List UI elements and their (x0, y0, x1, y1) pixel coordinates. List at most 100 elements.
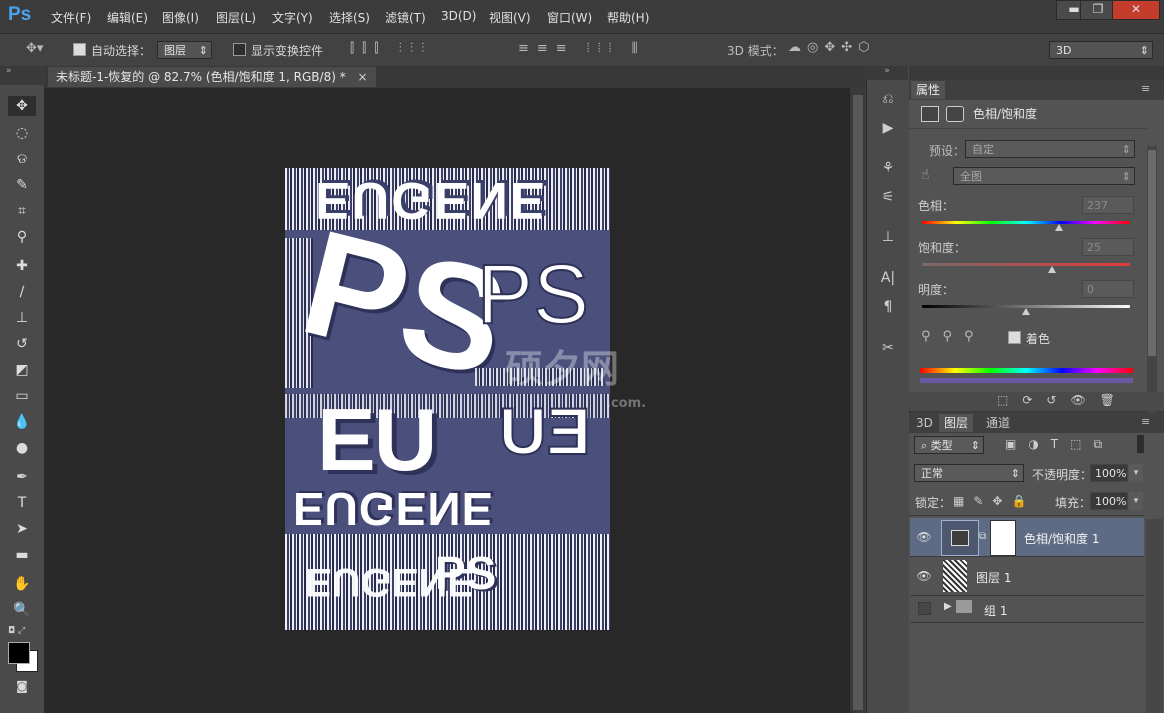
on-image-adjust-icon[interactable]: ☝ (921, 167, 930, 183)
visibility-eye-icon[interactable]: 👁 (914, 569, 934, 583)
document-close-icon[interactable]: × (358, 70, 368, 84)
auto-select-dropdown[interactable]: 图层 ⇕ (157, 41, 212, 59)
stamp-tool-icon[interactable]: ⊥ (8, 308, 36, 328)
lightness-slider-knob[interactable] (1022, 308, 1030, 315)
lasso-tool-icon[interactable]: ଡ (8, 149, 36, 169)
brush-panel-icon[interactable]: ⚘ (876, 160, 900, 180)
saturation-slider[interactable] (922, 263, 1130, 266)
close-button[interactable]: ✕ (1112, 0, 1160, 20)
hue-slider[interactable] (922, 221, 1130, 224)
preset-dropdown[interactable]: 自定 ⇕ (965, 140, 1135, 158)
menu-type[interactable]: 文字(Y) (272, 9, 313, 26)
brush-tool-icon[interactable]: ∕ (8, 282, 36, 302)
layers-scrollbar[interactable] (1146, 519, 1163, 713)
menu-edit[interactable]: 编辑(E) (107, 9, 148, 26)
layers-menu-icon[interactable]: ≡ (1141, 415, 1150, 428)
distribute-icons[interactable]: ≡≡≡ ⦙⦙⦙ ⫼ (518, 41, 646, 56)
hand-tool-icon[interactable]: ✋ (8, 574, 36, 594)
swap-colors-icon[interactable]: ◘ ⤢ (8, 626, 25, 636)
menu-3d[interactable]: 3D(D) (441, 9, 476, 23)
properties-scroll-thumb[interactable] (1148, 150, 1156, 356)
quick-select-tool-icon[interactable]: ✎ (8, 175, 36, 195)
path-select-icon[interactable]: ➤ (8, 519, 36, 539)
opacity-value[interactable]: 100% (1090, 464, 1128, 482)
menu-layer[interactable]: 图层(L) (216, 9, 256, 26)
gradient-tool-icon[interactable]: ▭ (8, 386, 36, 406)
foreground-color-swatch[interactable] (8, 642, 30, 664)
menu-select[interactable]: 选择(S) (329, 9, 370, 26)
layer-row-hue-saturation[interactable]: 👁 ⧉ 色相/饱和度 1 (910, 518, 1144, 557)
history-panel-icon[interactable]: ⎌ (876, 91, 900, 111)
visibility-empty-box[interactable] (918, 602, 931, 615)
pen-tool-icon[interactable]: ✒ (8, 467, 36, 487)
layer-row-layer1[interactable]: 👁 图层 1 (910, 557, 1144, 596)
workspace-dropdown[interactable]: 3D ⇕ (1049, 41, 1153, 59)
zoom-tool-icon[interactable]: 🔍 (8, 600, 36, 620)
eyedropper-tool-icon[interactable]: ⚲ (8, 227, 36, 247)
actions-panel-icon[interactable]: ▶ (876, 120, 900, 140)
clone-source-icon[interactable]: ⊥ (876, 229, 900, 249)
fill-arrow-icon[interactable]: ▾ (1129, 492, 1143, 510)
move-tool-preset-icon[interactable]: ✥▾ (26, 41, 43, 56)
tab-properties[interactable]: 属性 (911, 81, 946, 99)
tab-channels[interactable]: 通道 (981, 414, 1015, 432)
dodge-tool-icon[interactable]: ● (8, 438, 36, 458)
menu-image[interactable]: 图像(I) (162, 9, 199, 26)
paragraph-panel-icon[interactable]: ¶ (876, 299, 900, 319)
align-icons[interactable]: ⫿⫿⫿ ⫶⫶⫶ (350, 41, 432, 56)
menu-filter[interactable]: 滤镜(T) (385, 9, 426, 26)
colorize-checkbox[interactable] (1008, 331, 1021, 344)
visibility-eye-icon[interactable]: 👁 (914, 530, 934, 544)
history-brush-icon[interactable]: ↺ (8, 334, 36, 354)
restore-button[interactable]: ❐ (1080, 0, 1116, 20)
properties-footer-icons[interactable]: ⬚⟳↺👁🗑 (997, 393, 1129, 407)
healing-tool-icon[interactable]: ✚ (8, 256, 36, 276)
lock-icons[interactable]: ▦✎✥🔒 (953, 494, 1035, 508)
link-icon[interactable]: ⧉ (979, 531, 986, 542)
document-tab[interactable]: 未标题-1-恢复的 @ 82.7% (色相/饱和度 1, RGB/8) * × (48, 67, 376, 87)
layer-filter-dropdown[interactable]: ⌕ 类型 ⇕ (914, 436, 984, 454)
auto-select-checkbox[interactable] (73, 43, 86, 56)
layer-row-group1[interactable]: ▶ 组 1 (910, 596, 1144, 623)
hue-slider-knob[interactable] (1054, 224, 1063, 231)
menu-view[interactable]: 视图(V) (489, 9, 531, 26)
menu-window[interactable]: 窗口(W) (547, 9, 592, 26)
show-transform-checkbox[interactable] (233, 43, 246, 56)
quick-mask-icon[interactable]: ◙ (8, 676, 36, 696)
blend-mode-dropdown[interactable]: 正常 ⇕ (914, 464, 1024, 482)
eyedropper-icons[interactable]: ⚲⚲⚲ (921, 329, 986, 344)
panel-menu-icon[interactable]: ≡ (1141, 82, 1150, 95)
hue-value[interactable]: 237 (1082, 196, 1134, 214)
character-panel-icon[interactable]: A| (876, 270, 900, 290)
mask-icon[interactable] (946, 106, 964, 122)
tools-collapse[interactable]: » (0, 66, 44, 84)
type-tool-icon[interactable]: T (8, 493, 36, 513)
tool-presets-icon[interactable]: ✂ (876, 340, 900, 360)
expand-arrow-icon[interactable]: ▶ (944, 601, 952, 612)
menu-help[interactable]: 帮助(H) (607, 9, 649, 26)
filter-toggle[interactable] (1137, 435, 1144, 453)
adjustments-panel-icon[interactable]: ⚟ (876, 189, 900, 209)
icon-strip-collapse[interactable]: » (866, 66, 908, 80)
mask-thumbnail[interactable] (990, 520, 1016, 556)
vertical-scroll-thumb[interactable] (853, 95, 863, 710)
opacity-arrow-icon[interactable]: ▾ (1129, 464, 1143, 482)
marquee-tool-icon[interactable]: ◌ (8, 123, 36, 143)
channel-dropdown[interactable]: 全图 ⇕ (953, 167, 1135, 185)
saturation-slider-knob[interactable] (1048, 266, 1056, 273)
canvas-artwork[interactable]: EUGENE PS PS EU EU EUGENE PS EUGENE (285, 168, 610, 630)
menu-file[interactable]: 文件(F) (51, 9, 91, 26)
fill-value[interactable]: 100% (1090, 492, 1128, 510)
3d-mode-icons[interactable]: ☁◎✥✣⬡ (788, 40, 875, 55)
tab-3d[interactable]: 3D (911, 414, 938, 432)
blur-tool-icon[interactable]: 💧 (8, 412, 36, 432)
layer-filter-icons[interactable]: ▣◑T⬚⧉ (1005, 437, 1114, 452)
properties-header: 属性 ≡ (909, 80, 1164, 100)
crop-tool-icon[interactable]: ⌗ (8, 201, 36, 221)
saturation-value[interactable]: 25 (1082, 238, 1134, 256)
shape-tool-icon[interactable]: ▬ (8, 545, 36, 565)
eraser-tool-icon[interactable]: ◩ (8, 360, 36, 380)
move-tool-icon[interactable]: ✥ (8, 96, 36, 116)
lightness-value[interactable]: 0 (1082, 280, 1134, 298)
tab-layers[interactable]: 图层 (939, 414, 974, 432)
